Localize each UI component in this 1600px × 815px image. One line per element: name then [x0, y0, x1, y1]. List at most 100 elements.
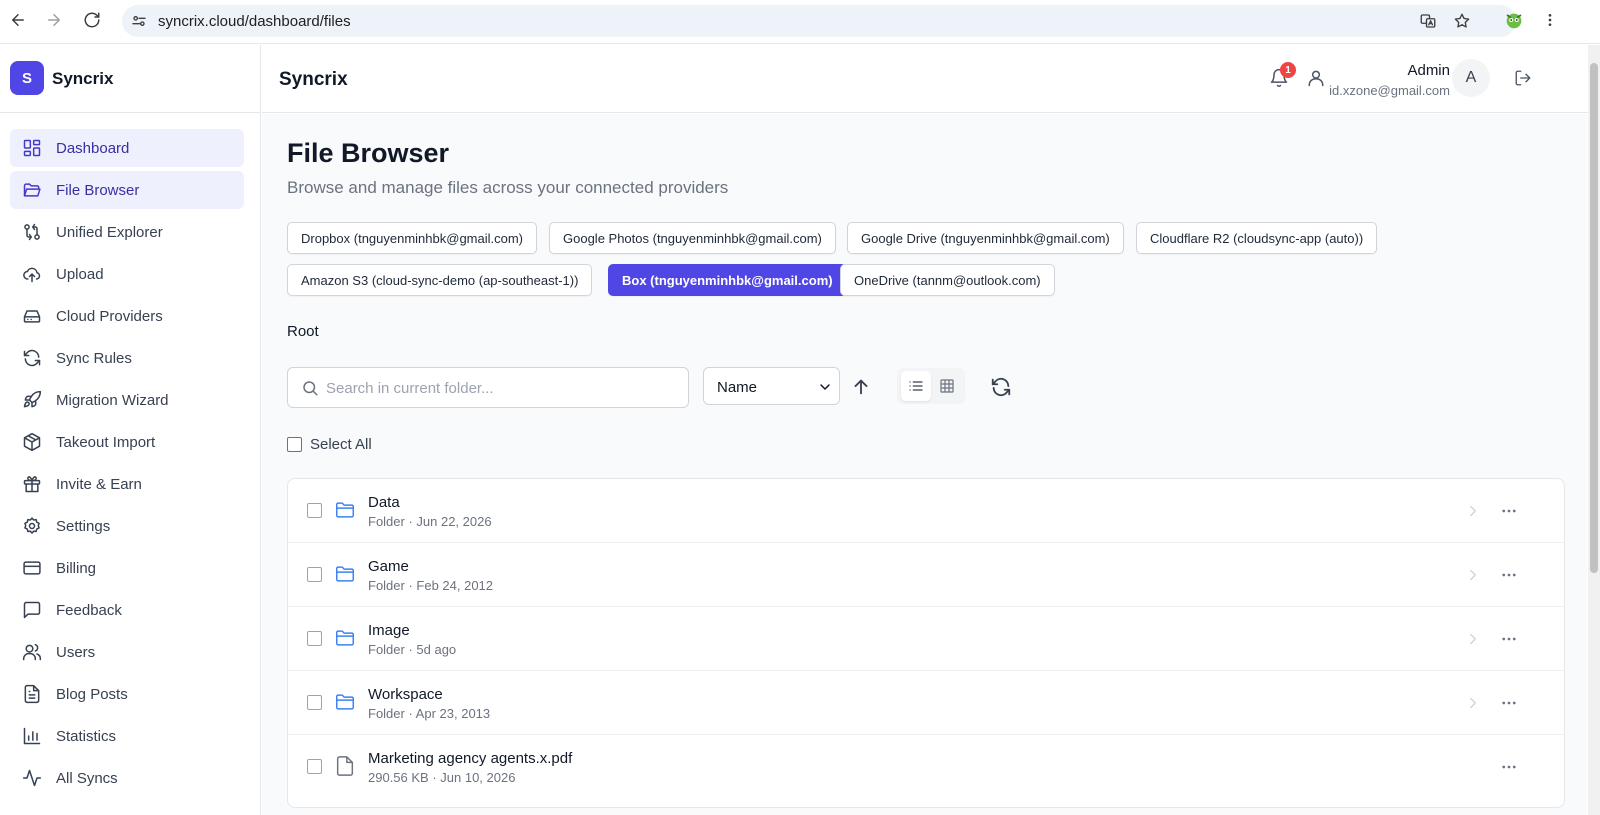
file-name[interactable]: Workspace: [368, 686, 443, 703]
sidebar-nav: Dashboard File Browser Unified Explorer …: [10, 129, 244, 801]
address-bar[interactable]: syncrix.cloud/dashboard/files: [122, 5, 1516, 37]
sidebar-item-label: Unified Explorer: [56, 224, 163, 241]
file-meta: Folder · Jun 22, 2026: [368, 514, 492, 529]
file-row-data[interactable]: Data Folder · Jun 22, 2026: [288, 479, 1564, 543]
more-options-icon[interactable]: [1500, 630, 1518, 648]
more-options-icon[interactable]: [1500, 566, 1518, 584]
search-icon: [303, 381, 318, 396]
file-row-pdf[interactable]: Marketing agency agents.x.pdf 290.56 KB …: [288, 735, 1564, 799]
provider-tab-box[interactable]: Box (tnguyenminhbk@gmail.com): [608, 264, 847, 296]
sidebar-item-users[interactable]: Users: [10, 633, 244, 671]
avatar[interactable]: A: [1452, 59, 1490, 97]
rocket-icon: [23, 390, 42, 408]
user-email: id.xzone@gmail.com: [1329, 83, 1450, 98]
sidebar-item-cloud-providers[interactable]: Cloud Providers: [10, 297, 244, 335]
sidebar-item-label: Blog Posts: [56, 686, 128, 703]
provider-tab-amazon-s3[interactable]: Amazon S3 (cloud-sync-demo (ap-southeast…: [287, 264, 593, 296]
row-checkbox[interactable]: [307, 503, 322, 518]
more-options-icon[interactable]: [1500, 502, 1518, 520]
sidebar-item-all-syncs[interactable]: All Syncs: [10, 759, 244, 797]
sidebar-item-blog-posts[interactable]: Blog Posts: [10, 675, 244, 713]
provider-tab-google-photos[interactable]: Google Photos (tnguyenminhbk@gmail.com): [549, 222, 836, 254]
select-all-checkbox[interactable]: [287, 436, 302, 452]
more-options-icon[interactable]: [1500, 758, 1518, 776]
file-row-game[interactable]: Game Folder · Feb 24, 2012: [288, 543, 1564, 607]
sidebar-item-label: Users: [56, 644, 96, 661]
select-all[interactable]: Select All: [287, 434, 372, 454]
sidebar-item-feedback[interactable]: Feedback: [10, 591, 244, 629]
back-icon[interactable]: [6, 8, 30, 32]
sort-select[interactable]: Name: [703, 367, 840, 405]
bookmark-star-icon[interactable]: [1452, 11, 1472, 31]
logout-icon[interactable]: [1511, 66, 1535, 90]
sidebar-item-label: Takeout Import: [56, 434, 156, 451]
sidebar-item-sync-rules[interactable]: Sync Rules: [10, 339, 244, 377]
sidebar-item-dashboard[interactable]: Dashboard: [10, 129, 244, 167]
file-name[interactable]: Game: [368, 558, 409, 575]
chevron-right-icon[interactable]: [1464, 566, 1482, 584]
row-checkbox[interactable]: [307, 631, 322, 646]
sidebar-item-unified-explorer[interactable]: Unified Explorer: [10, 213, 244, 251]
forward-icon[interactable]: [42, 8, 66, 32]
row-checkbox[interactable]: [307, 695, 322, 710]
browser-menu-icon[interactable]: [1538, 8, 1562, 32]
sidebar-item-invite-earn[interactable]: Invite & Earn: [10, 465, 244, 503]
sort-ascending-icon[interactable]: [850, 376, 872, 398]
sidebar-item-migration-wizard[interactable]: Migration Wizard: [10, 381, 244, 419]
file-row-image[interactable]: Image Folder · 5d ago: [288, 607, 1564, 671]
scrollbar-thumb[interactable]: [1590, 63, 1598, 573]
folder-icon: [336, 694, 354, 710]
select-all-label: Select All: [310, 435, 372, 453]
provider-tab-dropbox[interactable]: Dropbox (tnguyenminhbk@gmail.com): [287, 222, 538, 254]
sidebar-item-file-browser[interactable]: File Browser: [10, 171, 244, 209]
page-title: File Browser: [287, 138, 450, 168]
breadcrumb[interactable]: Root: [287, 323, 319, 340]
refresh-icon: [23, 349, 41, 367]
list-view-button[interactable]: [901, 371, 931, 401]
activity-icon: [22, 769, 42, 787]
file-name[interactable]: Image: [368, 622, 410, 639]
provider-tab-google-drive[interactable]: Google Drive (tnguyenminhbk@gmail.com): [847, 222, 1124, 254]
refresh-icon[interactable]: [990, 376, 1012, 398]
brand[interactable]: S Syncrix: [0, 45, 261, 113]
sort-select-value: Name: [717, 379, 758, 396]
provider-tab-onedrive[interactable]: OneDrive (tannm@outlook.com): [840, 264, 1055, 296]
grid-view-button[interactable]: [932, 371, 962, 401]
reload-icon[interactable]: [80, 8, 104, 32]
user-name: Admin: [1407, 62, 1450, 79]
row-checkbox[interactable]: [307, 567, 322, 582]
list-icon: [909, 381, 923, 391]
sidebar-item-settings[interactable]: Settings: [10, 507, 244, 545]
chevron-right-icon[interactable]: [1464, 694, 1482, 712]
brand-logo: S: [10, 61, 44, 95]
sidebar-item-statistics[interactable]: Statistics: [10, 717, 244, 755]
file-name[interactable]: Marketing agency agents.x.pdf: [368, 750, 572, 767]
chevron-right-icon[interactable]: [1464, 630, 1482, 648]
file-row-workspace[interactable]: Workspace Folder · Apr 23, 2013: [288, 671, 1564, 735]
brand-name: Syncrix: [52, 69, 114, 88]
message-square-icon: [23, 601, 41, 619]
sidebar-item-billing[interactable]: Billing: [10, 549, 244, 587]
provider-tab-cloudflare-r2[interactable]: Cloudflare R2 (cloudsync-app (auto)): [1136, 222, 1378, 254]
search-input[interactable]: [326, 376, 676, 400]
credit-card-icon: [23, 561, 41, 575]
gift-icon: [23, 476, 41, 493]
notification-badge: 1: [1280, 62, 1296, 78]
row-checkbox[interactable]: [307, 759, 322, 774]
sidebar-item-takeout-import[interactable]: Takeout Import: [10, 423, 244, 461]
page-scrollbar[interactable]: [1588, 45, 1600, 815]
site-settings-icon[interactable]: [130, 12, 148, 30]
dashboard-icon: [23, 139, 41, 157]
sidebar-item-label: All Syncs: [56, 770, 118, 787]
more-options-icon[interactable]: [1500, 694, 1518, 712]
sidebar-item-label: Sync Rules: [56, 350, 132, 367]
file-name[interactable]: Data: [368, 494, 400, 511]
chevron-right-icon[interactable]: [1464, 502, 1482, 520]
gear-icon: [24, 517, 40, 534]
extension-icon[interactable]: [1502, 8, 1526, 32]
translate-icon[interactable]: [1418, 11, 1438, 31]
user-profile-icon[interactable]: [1304, 66, 1328, 90]
file-meta: Folder · 5d ago: [368, 642, 457, 657]
sidebar-item-label: Statistics: [56, 728, 117, 745]
sidebar-item-upload[interactable]: Upload: [10, 255, 244, 293]
